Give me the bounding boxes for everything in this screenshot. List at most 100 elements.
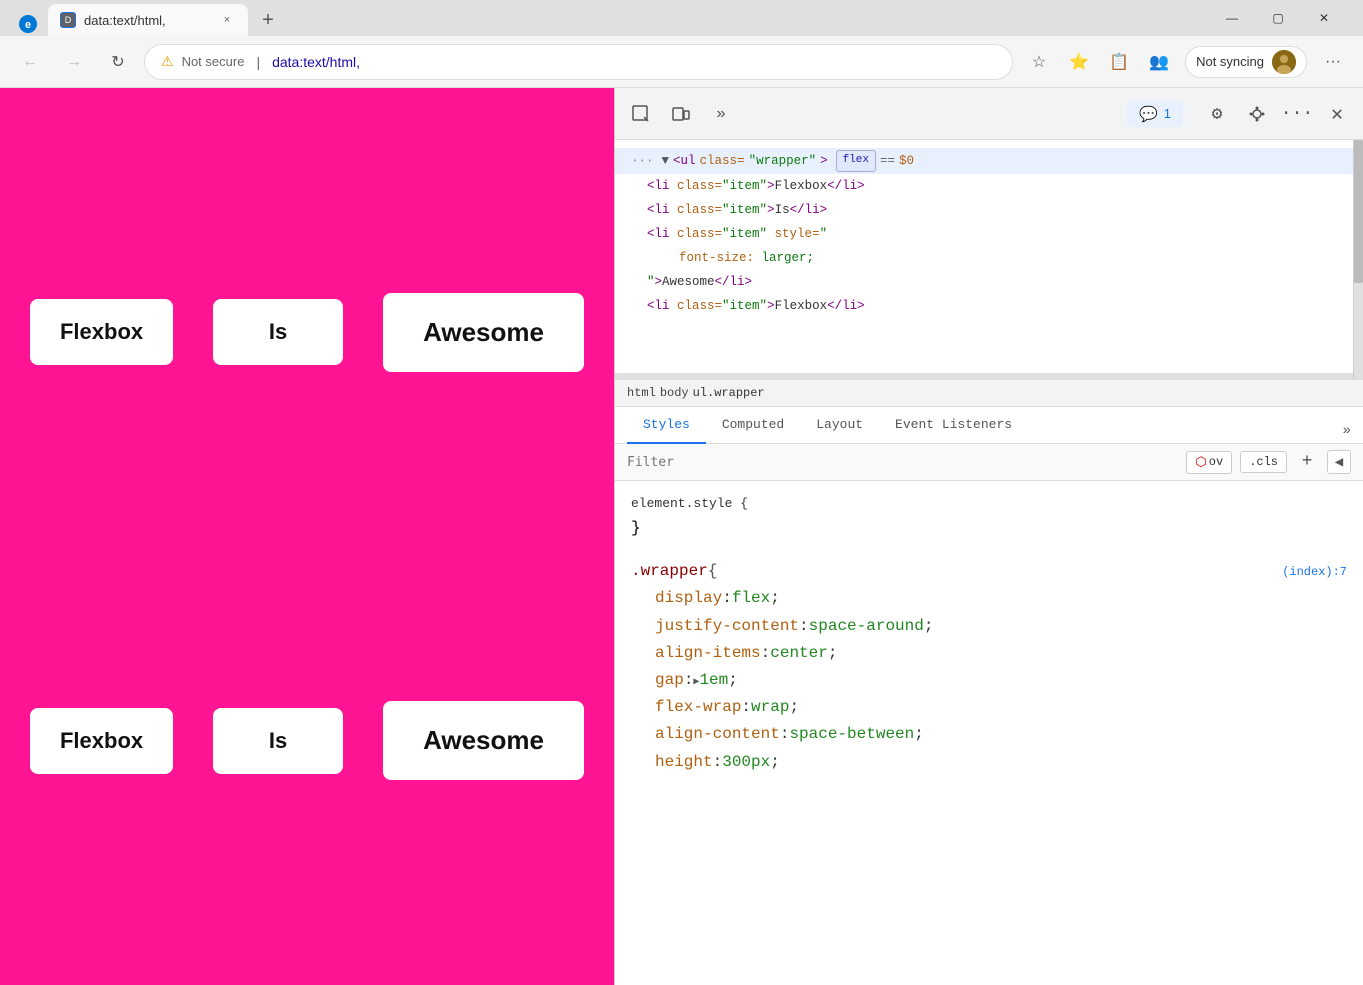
filter-toggle-sidebar-icon[interactable]: ◀ [1327,450,1351,474]
hov-label: ov [1209,455,1223,469]
dom-li-2: <li class="item">Is</li> [615,198,1363,222]
devtools-customize-icon[interactable] [1239,96,1275,132]
filter-add-rule-icon[interactable]: + [1295,450,1319,474]
dom-attr-value-class: "wrapper" [749,151,817,171]
dom-li-3-close: ">Awesome</li> [615,270,1363,294]
tab-close-button[interactable]: × [218,11,236,29]
address-bar: ← → ↻ ⚠ Not secure | data:text/html, ☆ ⭐… [0,36,1363,88]
inspect-element-icon[interactable] [623,96,659,132]
title-bar: e D data:text/html, × + — ▢ ✕ [0,0,1363,36]
dom-arrow-icon: ▼ [662,151,670,171]
wrapper-css-block: .wrapper { (index):7 display : flex ; [615,554,1363,780]
wrapper-selector-line: .wrapper { (index):7 [631,558,1347,585]
filter-bar: ⬡ ov .cls + ◀ [615,444,1363,481]
tab-computed[interactable]: Computed [706,407,800,444]
flex-item-is-1: Is [213,299,343,365]
filter-hov-button[interactable]: ⬡ ov [1186,451,1232,474]
back-button[interactable]: ← [12,44,48,80]
dom-selected-line[interactable]: ··· ▼ <ul class="wrapper" > flex == $0 [615,148,1363,174]
css-prop-display: display : flex ; [631,585,1347,612]
css-prop-align-content-value: space-between [789,721,914,748]
reload-button[interactable]: ↻ [100,44,136,80]
minimize-button[interactable]: — [1209,0,1255,36]
css-prop-flex-wrap-name: flex-wrap [655,694,741,721]
devtools-close-icon[interactable]: ✕ [1319,96,1355,132]
share-icon[interactable]: 📋 [1101,44,1137,80]
element-style-close-brace: } [631,515,641,542]
wrapper-source-link[interactable]: (index):7 [1282,565,1347,579]
webpage-preview: Flexbox Is Awesome Flexbox Is Awesome [0,88,614,985]
warning-icon: ⚠ [161,53,174,70]
css-prop-justify-name: justify-content [655,613,799,640]
sync-label: Not syncing [1196,54,1264,69]
devtools-settings-icon[interactable]: ⚙ [1199,96,1235,132]
new-tab-button[interactable]: + [252,4,284,36]
not-secure-label: Not secure [182,54,245,69]
dom-horizontal-scrollbar[interactable] [615,373,1353,379]
wrapper-source[interactable]: (index):7 [1282,558,1347,585]
close-button[interactable]: ✕ [1301,0,1347,36]
dom-li-3-style: font-size: larger; [615,246,1363,270]
dom-li-3-open: <li class="item" style=" [615,222,1363,246]
devtools-more-options-icon[interactable]: ··· [1279,96,1315,132]
dom-tree: ··· ▼ <ul class="wrapper" > flex == $0 <… [615,140,1363,380]
flex-item-flexbox-2: Flexbox [30,708,173,774]
tab-title: data:text/html, [84,13,210,28]
star-icon[interactable]: ☆ [1021,44,1057,80]
dom-attr-name-class: class= [700,151,745,171]
wrapper-open-brace: { [708,558,718,585]
maximize-button[interactable]: ▢ [1255,0,1301,36]
svg-text:e: e [25,19,31,31]
dom-scrollbar-thumb[interactable] [1354,140,1363,283]
breadcrumb-ul-wrapper[interactable]: ul.wrapper [693,386,765,400]
main-content: Flexbox Is Awesome Flexbox Is Awesome » [0,88,1363,985]
url-bar[interactable]: ⚠ Not secure | data:text/html, [144,44,1013,80]
dom-dollar-zero: $0 [899,151,914,171]
tab-event-listeners[interactable]: Event Listeners [879,407,1028,444]
filter-cls-button[interactable]: .cls [1240,451,1287,473]
css-prop-justify-content: justify-content : space-around ; [631,613,1347,640]
svg-text:D: D [65,15,72,25]
sync-button[interactable]: Not syncing [1185,46,1307,78]
css-prop-gap-value: 1em [699,667,728,694]
breadcrumb-body[interactable]: body [660,386,689,400]
more-options-icon[interactable]: ··· [1315,44,1351,80]
flex-row-2: Flexbox Is Awesome [20,701,594,780]
css-prop-gap: gap : ▶ 1em ; [631,667,1347,694]
devtools-header: » 💬 1 ⚙ ··· ✕ [615,88,1363,140]
forward-button[interactable]: → [56,44,92,80]
css-prop-gap-name: gap [655,667,684,694]
collections-icon[interactable]: ⭐ [1061,44,1097,80]
wrapper-selector: .wrapper [631,558,708,585]
css-prop-height-value: 300px [722,749,770,776]
css-prop-height: height : 300px ; [631,749,1347,776]
css-prop-justify-value: space-around [809,613,924,640]
dom-tag-open: <ul [673,151,696,171]
devtools-panel: » 💬 1 ⚙ ··· ✕ [614,88,1363,985]
css-prop-display-value: flex [732,585,770,612]
css-prop-align-items: align-items : center ; [631,640,1347,667]
profile-icon[interactable]: 👥 [1141,44,1177,80]
css-prop-align-items-name: align-items [655,640,761,667]
console-counter-button[interactable]: 💬 1 [1127,101,1183,127]
tab-layout[interactable]: Layout [800,407,879,444]
tabs-more-icon[interactable]: » [1343,423,1351,443]
url-separator: | [256,54,260,70]
breadcrumb-html[interactable]: html [627,386,656,400]
dom-scrollbar[interactable] [1353,140,1363,379]
css-prop-display-name: display [655,585,722,612]
tab-favicon: D [60,12,76,28]
device-toggle-icon[interactable] [663,96,699,132]
sync-avatar [1272,50,1296,74]
browser-tab[interactable]: D data:text/html, × [48,4,248,36]
css-prop-align-content-name: align-content [655,721,780,748]
filter-input[interactable] [627,455,1178,470]
devtools-more-panels-icon[interactable]: » [703,96,739,132]
dom-tag-close-bracket: > [820,151,828,171]
flex-item-awesome-2: Awesome [383,701,584,780]
toolbar-icons: ☆ ⭐ 📋 👥 [1021,44,1177,80]
element-style-block: element.style { } [615,489,1363,546]
tab-styles[interactable]: Styles [627,407,706,444]
css-prop-align-content: align-content : space-between ; [631,721,1347,748]
element-style-selector-line: element.style { [631,493,1347,515]
